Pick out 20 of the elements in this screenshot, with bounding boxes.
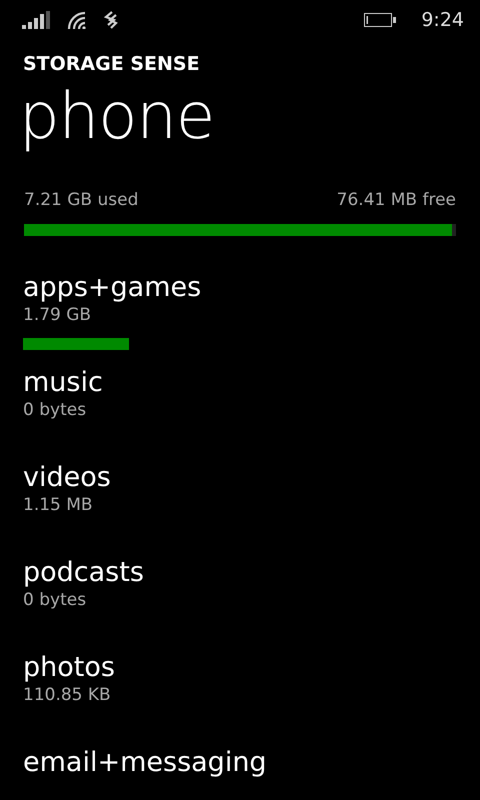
page-title: phone (19, 79, 216, 156)
battery-icon (364, 13, 398, 27)
category-size: 110.85 KB (23, 684, 112, 706)
category-size: 1.79 GB (23, 304, 92, 326)
category-size: 1.15 MB (23, 494, 94, 516)
category-name[interactable]: apps+games (23, 272, 480, 304)
category-name[interactable]: music (23, 367, 480, 399)
signal-icon (22, 11, 51, 29)
category-size: 0 bytes (23, 589, 88, 611)
category-size: 0 bytes (23, 399, 88, 421)
category-name[interactable]: email+messaging (23, 747, 480, 779)
category-name[interactable]: photos (23, 652, 480, 684)
used-label: 7.21 GB used (24, 189, 138, 212)
wifi-icon (67, 11, 87, 29)
data-sync-icon (103, 11, 119, 29)
clock-time: 9:24 (421, 8, 464, 33)
category-name[interactable]: podcasts (23, 557, 480, 589)
free-label: 76.41 MB free (336, 189, 456, 212)
category-name[interactable]: videos (23, 462, 480, 494)
app-title: STORAGE SENSE (23, 52, 201, 76)
